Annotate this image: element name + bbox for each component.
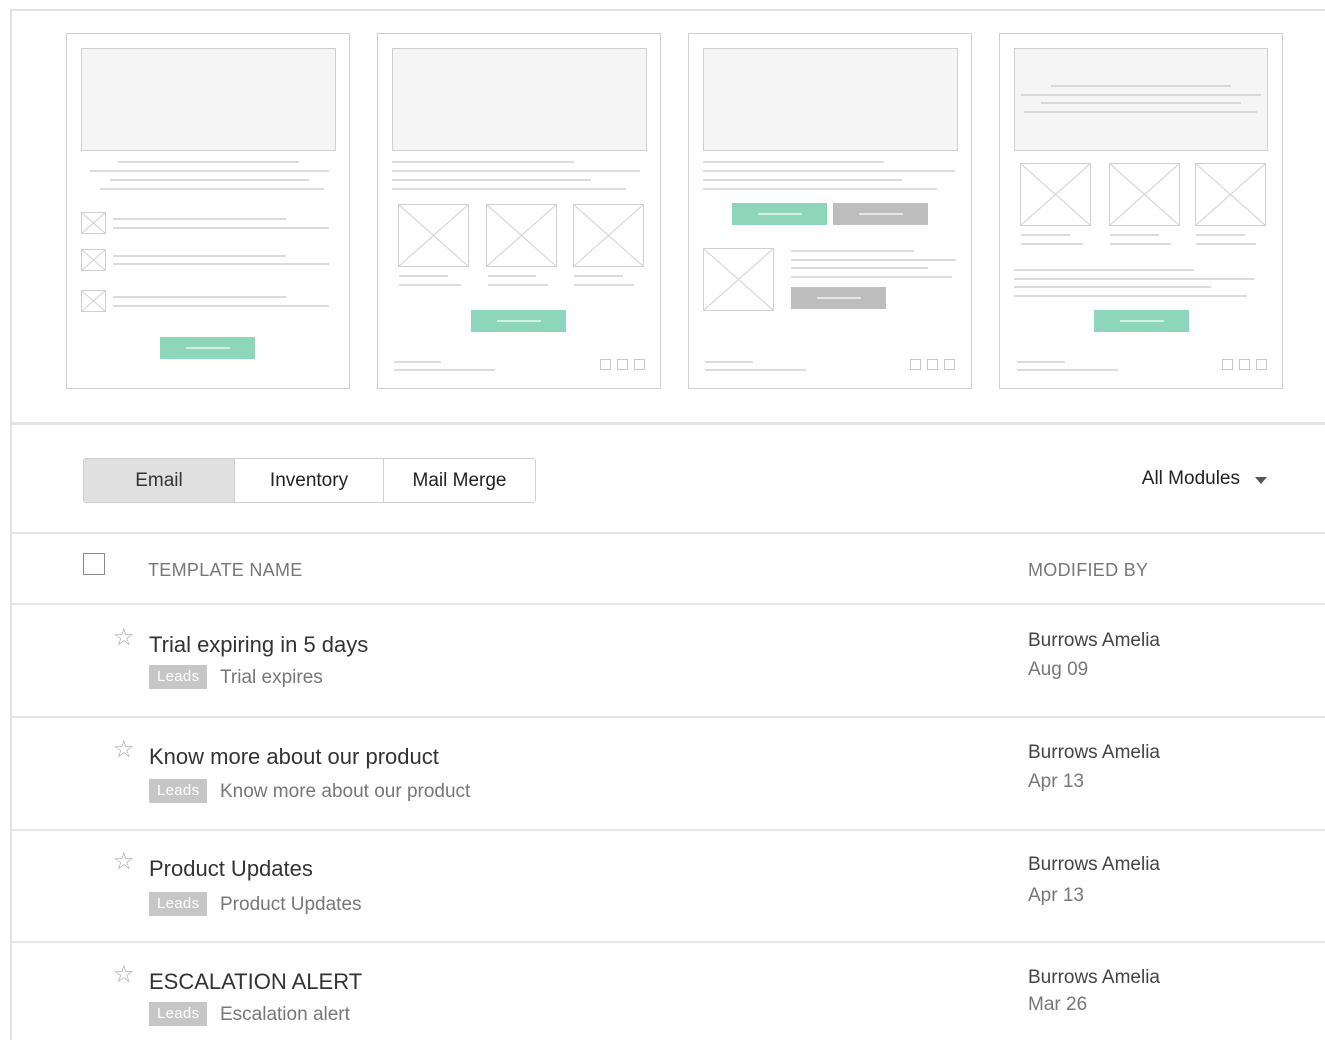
template-type-tabs: Email Inventory Mail Merge <box>83 458 536 503</box>
module-badge: Leads <box>149 892 208 916</box>
template-subject: Escalation alert <box>220 1004 350 1025</box>
table-header: TEMPLATE NAME MODIFIED BY <box>12 535 1325 603</box>
module-filter-label: All Modules <box>1141 468 1240 489</box>
modified-by-name: Burrows Amelia <box>1028 630 1160 651</box>
layout-preview-1 <box>66 33 350 389</box>
layout-thumbnail-3[interactable] <box>688 33 972 389</box>
layout-preview-4 <box>999 33 1283 389</box>
template-subject: Know more about our product <box>220 781 471 802</box>
column-header-modified-by[interactable]: MODIFIED BY <box>1028 560 1148 581</box>
tab-email[interactable]: Email <box>84 459 234 502</box>
layout-thumbnail-1[interactable] <box>66 33 350 389</box>
caret-down-icon <box>1255 476 1267 484</box>
modified-date: Aug 09 <box>1028 659 1089 680</box>
divider <box>12 532 1325 534</box>
column-header-template-name[interactable]: TEMPLATE NAME <box>148 560 303 581</box>
template-subject: Product Updates <box>220 894 362 915</box>
modified-by-name: Burrows Amelia <box>1028 742 1160 763</box>
module-filter-dropdown[interactable]: All Modules <box>1142 468 1267 490</box>
star-outline-icon[interactable]: ☆ <box>113 626 135 650</box>
template-title[interactable]: Product Updates <box>149 856 313 882</box>
star-outline-icon[interactable]: ☆ <box>113 850 135 874</box>
table-row[interactable]: ☆ Know more about our product Leads Know… <box>12 717 1325 828</box>
module-badge: Leads <box>149 665 208 689</box>
tab-mail-merge[interactable]: Mail Merge <box>383 459 535 502</box>
table-row[interactable]: ☆ ESCALATION ALERT Leads Escalation aler… <box>12 942 1325 1053</box>
template-gallery <box>0 0 1325 425</box>
select-all-checkbox[interactable] <box>83 553 105 575</box>
modified-date: Apr 13 <box>1028 771 1084 792</box>
star-outline-icon[interactable]: ☆ <box>113 963 135 987</box>
template-title[interactable]: Trial expiring in 5 days <box>149 632 368 658</box>
tab-inventory[interactable]: Inventory <box>234 459 383 502</box>
table-row[interactable]: ☆ Trial expiring in 5 days Leads Trial e… <box>12 605 1325 716</box>
gallery-divider <box>12 422 1325 425</box>
module-badge: Leads <box>149 1002 208 1026</box>
modified-by-name: Burrows Amelia <box>1028 967 1160 988</box>
modified-date: Apr 13 <box>1028 885 1084 906</box>
template-subject: Trial expires <box>220 667 323 688</box>
layout-preview-3 <box>688 33 972 389</box>
table-row[interactable]: ☆ Product Updates Leads Product Updates … <box>12 829 1325 940</box>
modified-date: Mar 26 <box>1028 994 1088 1015</box>
template-title[interactable]: ESCALATION ALERT <box>149 969 362 995</box>
layout-thumbnail-2[interactable] <box>377 33 661 389</box>
module-badge: Leads <box>149 779 208 803</box>
template-title[interactable]: Know more about our product <box>149 744 439 770</box>
layout-thumbnail-4[interactable] <box>999 33 1283 389</box>
star-outline-icon[interactable]: ☆ <box>113 738 135 762</box>
modified-by-name: Burrows Amelia <box>1028 854 1160 875</box>
layout-preview-2 <box>377 33 661 389</box>
